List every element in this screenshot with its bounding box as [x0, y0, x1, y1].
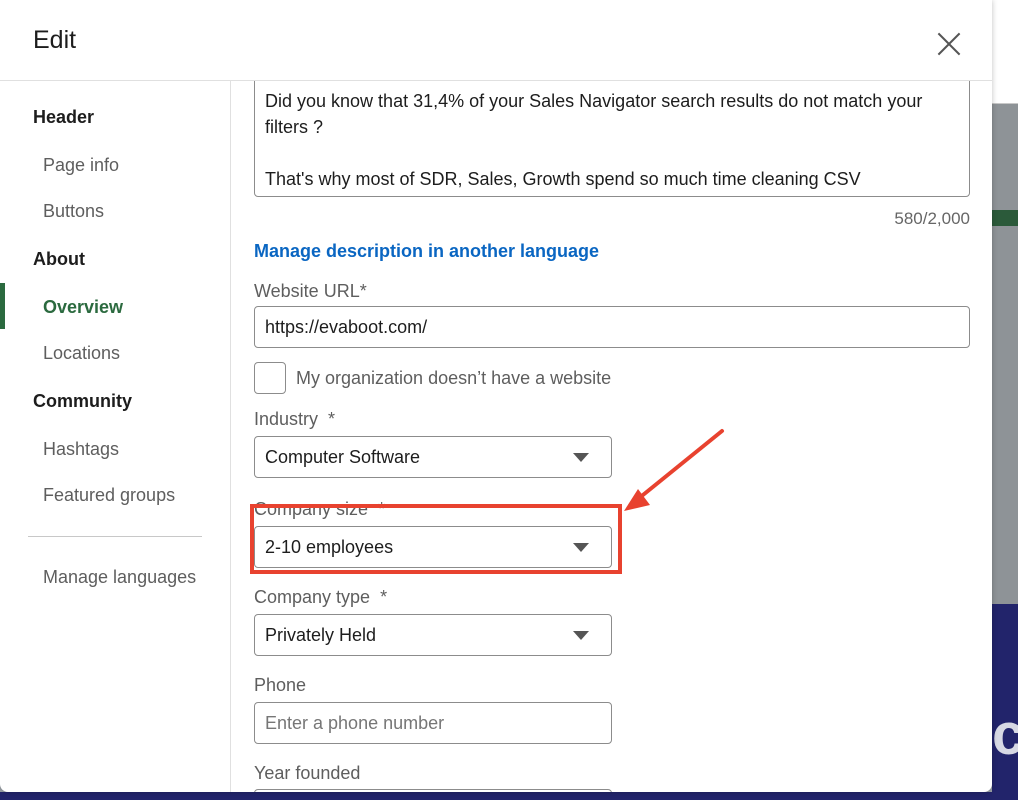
company-type-value: Privately Held — [265, 625, 377, 645]
background-page-strip — [0, 792, 1018, 800]
nav-heading-header: Header — [33, 107, 95, 127]
sidebar-item-featured-groups[interactable]: Featured groups — [43, 485, 175, 506]
modal-header: Edit — [0, 0, 992, 81]
company-size-value: 2-10 employees — [265, 537, 394, 557]
phone-label: Phone — [254, 675, 307, 695]
phone-input[interactable]: Enter a phone number — [254, 702, 612, 744]
no-website-label: My organization doesn’t have a website — [296, 368, 612, 388]
sidebar-nav: Header Page info Buttons About Overview … — [0, 81, 231, 792]
description-textarea[interactable]: Did you know that 31,4% of your Sales Na… — [254, 81, 970, 197]
sidebar-divider — [28, 536, 202, 537]
sidebar-item-hashtags[interactable]: Hashtags — [43, 439, 119, 460]
no-website-checkbox[interactable] — [254, 362, 286, 394]
website-url-label: Website URL* — [254, 281, 367, 301]
chevron-down-icon — [573, 543, 589, 552]
company-type-label: Company type * — [254, 587, 388, 607]
phone-placeholder: Enter a phone number — [265, 713, 445, 733]
industry-select[interactable]: Computer Software — [254, 436, 612, 478]
chevron-down-icon — [573, 453, 589, 462]
company-type-select[interactable]: Privately Held — [254, 614, 612, 656]
industry-label: Industry * — [254, 409, 336, 429]
company-size-label: Company size * — [254, 499, 386, 519]
background-page-body — [992, 104, 1018, 604]
form-content: Did you know that 31,4% of your Sales Na… — [231, 81, 992, 792]
background-page-header — [992, 0, 1018, 104]
website-url-input[interactable]: https://evaboot.com/ — [254, 306, 970, 348]
manage-description-link[interactable]: Manage description in another language — [254, 241, 599, 262]
industry-value: Computer Software — [265, 447, 421, 467]
sidebar-item-page-info[interactable]: Page info — [43, 155, 119, 176]
edit-modal: Edit Header Page info Buttons About Over… — [0, 0, 992, 792]
active-indicator — [0, 283, 5, 329]
background-page-footer: cl — [992, 604, 1018, 800]
char-count: 580/2,000 — [894, 209, 970, 228]
background-partial-text: cl — [992, 702, 1018, 767]
sidebar-item-overview[interactable]: Overview — [43, 297, 123, 318]
background-page-banner — [992, 210, 1018, 226]
sidebar-item-buttons[interactable]: Buttons — [43, 201, 104, 222]
close-icon[interactable] — [930, 25, 968, 63]
nav-heading-about: About — [33, 249, 85, 269]
modal-title: Edit — [33, 26, 77, 54]
sidebar-item-manage-languages[interactable]: Manage languages — [43, 567, 196, 588]
company-size-select[interactable]: 2-10 employees — [254, 526, 612, 568]
year-founded-label: Year founded — [254, 763, 361, 783]
nav-heading-community: Community — [33, 391, 132, 411]
sidebar-item-locations[interactable]: Locations — [43, 343, 120, 364]
year-founded-input[interactable] — [254, 789, 612, 792]
chevron-down-icon — [573, 631, 589, 640]
